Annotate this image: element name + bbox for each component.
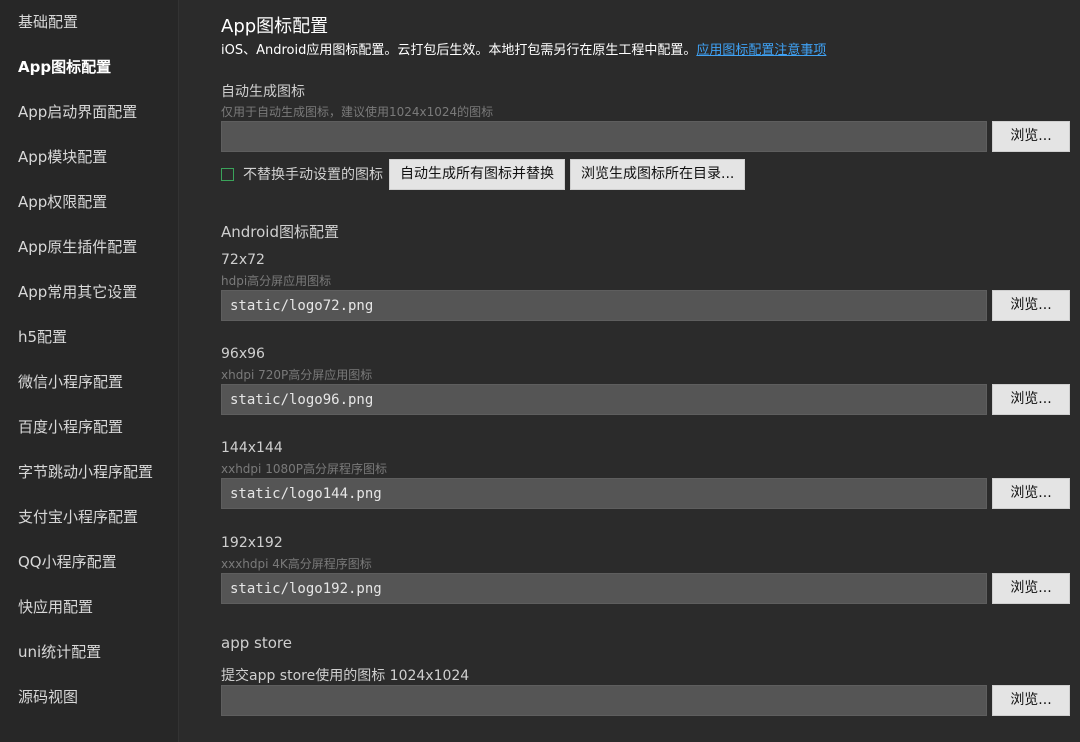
android-icon-96-size: 96x96 [221, 346, 265, 362]
sidebar-item-baidu-mp[interactable]: 百度小程序配置 [0, 407, 178, 452]
app-store-section-title: app store [221, 634, 292, 652]
sidebar-item-qq-mp[interactable]: QQ小程序配置 [0, 542, 178, 587]
page-description: iOS、Android应用图标配置。云打包后生效。本地打包需另行在原生工程中配置… [221, 39, 826, 58]
generate-all-icons-button[interactable]: 自动生成所有图标并替换 [389, 158, 565, 190]
app-store-icon-label: 提交app store使用的图标 1024x1024 [221, 668, 470, 684]
open-generated-dir-button[interactable]: 浏览生成图标所在目录... [570, 158, 746, 190]
android-icon-96-hint: xhdpi 720P高分屏应用图标 [221, 368, 373, 382]
auto-generate-hint: 仅用于自动生成图标，建议使用1024x1024的图标 [221, 105, 494, 119]
app-store-icon-browse-button[interactable]: 浏览... [992, 685, 1070, 716]
android-icon-72-size: 72x72 [221, 252, 265, 268]
sidebar-item-basic[interactable]: 基础配置 [0, 2, 178, 47]
sidebar-item-toutiao-mp[interactable]: 字节跳动小程序配置 [0, 452, 178, 497]
generate-options-row: 不替换手动设置的图标 自动生成所有图标并替换 浏览生成图标所在目录... [221, 158, 750, 190]
page-description-text: iOS、Android应用图标配置。云打包后生效。本地打包需另行在原生工程中配置… [221, 43, 697, 58]
android-icon-192-size: 192x192 [221, 535, 283, 551]
android-icon-144-hint: xxhdpi 1080P高分屏程序图标 [221, 462, 387, 476]
auto-generate-browse-button[interactable]: 浏览... [992, 121, 1070, 152]
android-icon-144-size: 144x144 [221, 440, 283, 456]
android-icon-192-input[interactable] [221, 573, 987, 604]
page-title: App图标配置 [221, 16, 329, 37]
android-icon-72-hint: hdpi高分屏应用图标 [221, 274, 332, 288]
android-icon-144-input[interactable] [221, 478, 987, 509]
sidebar-item-source-view[interactable]: 源码视图 [0, 677, 178, 722]
android-icon-144-browse-button[interactable]: 浏览... [992, 478, 1070, 509]
keep-manual-icons-checkbox[interactable] [221, 167, 234, 181]
sidebar-item-uni-stat[interactable]: uni统计配置 [0, 632, 178, 677]
android-icon-192-browse-button[interactable]: 浏览... [992, 573, 1070, 604]
android-icon-96-input[interactable] [221, 384, 987, 415]
android-icon-96-browse-button[interactable]: 浏览... [992, 384, 1070, 415]
auto-generate-input[interactable] [221, 121, 987, 152]
sidebar-item-quickapp[interactable]: 快应用配置 [0, 587, 178, 632]
sidebar-item-app-splash[interactable]: App启动界面配置 [0, 92, 178, 137]
sidebar-item-app-native-plugins[interactable]: App原生插件配置 [0, 227, 178, 272]
sidebar-item-app-modules[interactable]: App模块配置 [0, 137, 178, 182]
android-icon-72-browse-button[interactable]: 浏览... [992, 290, 1070, 321]
android-icon-72-input[interactable] [221, 290, 987, 321]
sidebar-item-alipay-mp[interactable]: 支付宝小程序配置 [0, 497, 178, 542]
auto-generate-label: 自动生成图标 [221, 84, 305, 100]
sidebar-item-app-other-settings[interactable]: App常用其它设置 [0, 272, 178, 317]
sidebar-item-weixin-mp[interactable]: 微信小程序配置 [0, 362, 178, 407]
app-store-icon-input[interactable] [221, 685, 987, 716]
sidebar-item-app-permissions[interactable]: App权限配置 [0, 182, 178, 227]
main-panel: App图标配置 iOS、Android应用图标配置。云打包后生效。本地打包需另行… [179, 0, 1080, 742]
sidebar: 基础配置 App图标配置 App启动界面配置 App模块配置 App权限配置 A… [0, 0, 179, 742]
settings-window: 基础配置 App图标配置 App启动界面配置 App模块配置 App权限配置 A… [0, 0, 1080, 742]
android-icon-192-hint: xxxhdpi 4K高分屏程序图标 [221, 557, 372, 571]
sidebar-item-h5[interactable]: h5配置 [0, 317, 178, 362]
icon-notes-link[interactable]: 应用图标配置注意事项 [696, 43, 826, 58]
keep-manual-icons-label[interactable]: 不替换手动设置的图标 [243, 164, 383, 184]
android-section-title: Android图标配置 [221, 223, 339, 241]
sidebar-item-app-icon[interactable]: App图标配置 [0, 47, 178, 92]
